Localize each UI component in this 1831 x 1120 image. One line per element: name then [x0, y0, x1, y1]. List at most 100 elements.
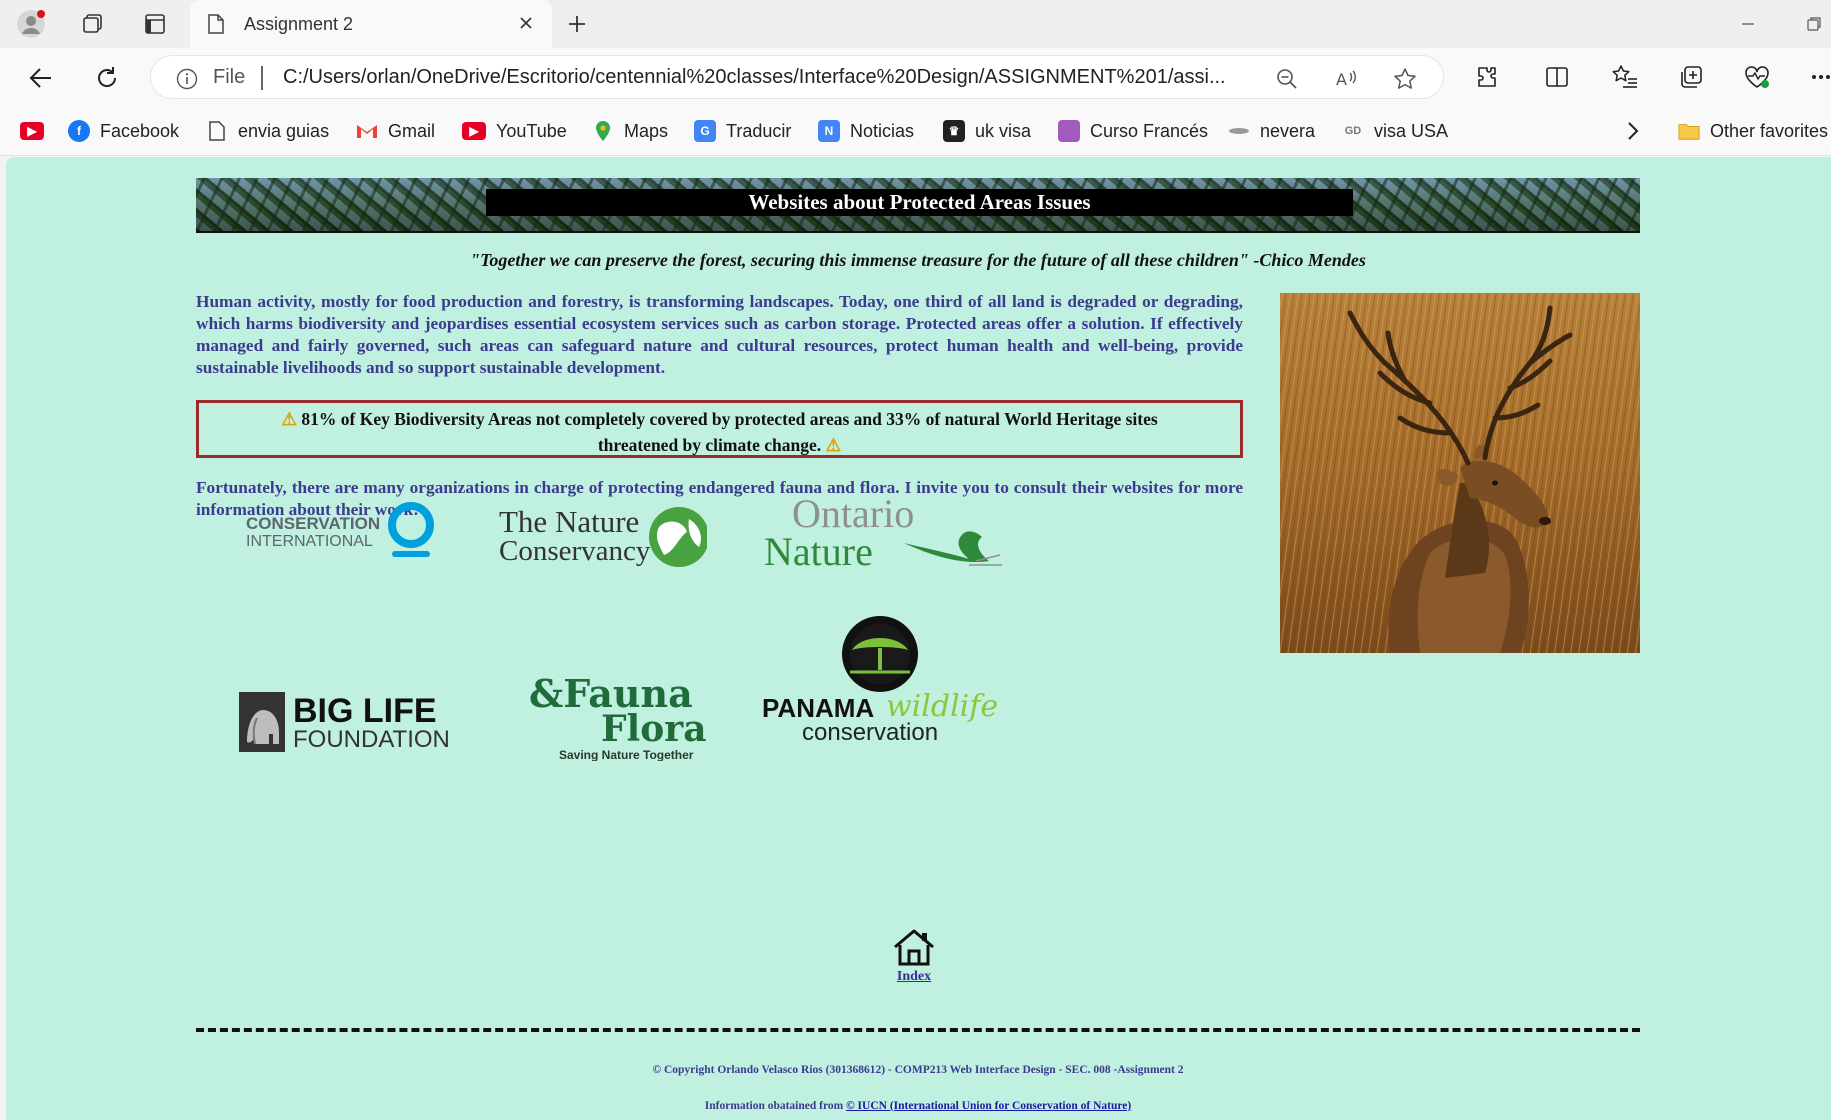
other-favorites-folder[interactable]: Other favorites [1678, 118, 1828, 144]
vertical-tabs-icon [145, 14, 165, 34]
fav-label: Facebook [100, 120, 180, 141]
favorites-button[interactable] [1610, 62, 1640, 92]
profile-avatar[interactable] [16, 9, 46, 39]
fav-item-visa-usa[interactable]: GD visa USA [1342, 118, 1448, 144]
warning-icon: ⚠ [281, 409, 298, 429]
biodiversity-alert: ⚠ 81% of Key Biodiversity Areas not comp… [196, 400, 1243, 458]
ontario-nature-logo[interactable]: Ontario Nature [764, 491, 1002, 574]
youtube-icon: ▶ [20, 122, 44, 140]
favorite-star-icon[interactable] [1393, 67, 1417, 91]
alert-text-line1: 81% of Key Biodiversity Areas not comple… [301, 409, 1158, 429]
collections-button[interactable] [1676, 62, 1706, 92]
conservation-international-logo[interactable]: CONSERVATION INTERNATIONAL [246, 497, 436, 561]
address-toolbar: File C:/Users/orlan/OneDrive/Escritorio/… [0, 48, 1831, 106]
fav-label: envia guias [238, 120, 330, 141]
zoom-icon[interactable] [1275, 67, 1299, 91]
page-viewport: Websites about Protected Areas Issues "T… [6, 157, 1831, 1120]
extensions-button[interactable] [1472, 62, 1502, 92]
site-info-icon[interactable] [176, 68, 198, 94]
home-icon [894, 929, 934, 966]
split-screen-icon [1546, 67, 1568, 87]
back-button[interactable] [24, 61, 58, 95]
tab-title: Assignment 2 [244, 13, 354, 34]
visa-usa-icon: GD [1344, 125, 1362, 137]
page-title: Websites about Protected Areas Issues [486, 189, 1353, 216]
chevron-right-icon [1628, 122, 1639, 140]
pw-text-2: conservation [802, 719, 938, 746]
nevera-icon [1228, 120, 1250, 142]
close-icon [520, 17, 532, 29]
address-bar[interactable]: File C:/Users/orlan/OneDrive/Escritorio/… [150, 55, 1444, 99]
favorites-overflow-button[interactable] [1626, 118, 1640, 144]
panama-wildlife-logo[interactable]: PANAMA wildlife conservation [762, 612, 1002, 752]
translate-icon: G [694, 120, 716, 142]
tab-strip: Assignment 2 [0, 0, 1831, 48]
profile-icon [17, 10, 45, 38]
tnc-text-2: Conservancy [499, 535, 651, 567]
fav-item-gmail[interactable]: Gmail [356, 118, 435, 144]
settings-more-button[interactable] [1806, 62, 1831, 92]
fauna-flora-logo[interactable]: &Fauna Flora Saving Nature Together [529, 671, 709, 762]
restore-icon [1807, 17, 1821, 31]
fav-youtube-shortcut[interactable]: ▶ [20, 118, 54, 144]
alert-text-line2: threatened by climate change. [597, 435, 822, 455]
bl-text-2: FOUNDATION [293, 726, 450, 753]
chico-mendes-quote: "Together we can preserve the forest, se… [470, 250, 1366, 270]
workspaces-button[interactable] [78, 9, 108, 39]
tnc-text-1: The Nature [499, 504, 639, 539]
youtube-icon: ▶ [462, 122, 486, 140]
fav-label: YouTube [496, 120, 567, 141]
iucn-link[interactable]: © IUCN (International Union for Conserva… [846, 1100, 1131, 1112]
fav-item-facebook[interactable]: f Facebook [68, 118, 179, 144]
fav-item-traducir[interactable]: G Traducir [694, 118, 791, 144]
close-tab-button[interactable] [518, 15, 534, 35]
facebook-icon: f [68, 120, 90, 142]
fav-label: nevera [1260, 120, 1316, 141]
browser-essentials-button[interactable] [1742, 62, 1772, 92]
fav-item-maps[interactable]: Maps [592, 118, 668, 144]
url-text[interactable]: C:/Users/orlan/OneDrive/Escritorio/cente… [283, 66, 1248, 89]
collections-icon [1681, 66, 1702, 88]
fav-label: uk visa [975, 120, 1032, 141]
intro-paragraph: Human activity, mostly for food producti… [196, 292, 1243, 377]
plus-icon [569, 16, 585, 32]
copyright-text: © Copyright Orlando Velasco Rios (301368… [652, 1064, 1184, 1076]
fav-label: Other favorites [1710, 120, 1829, 141]
active-tab[interactable]: Assignment 2 [190, 0, 552, 48]
favorites-bar: ▶ f Facebook envia guias Gmail ▶ YouTube… [0, 106, 1831, 156]
fav-item-noticias[interactable]: N Noticias [818, 118, 914, 144]
ff-tagline: Saving Nature Together [559, 748, 694, 761]
index-link[interactable]: Index [892, 927, 936, 985]
new-tab-button[interactable] [562, 9, 592, 39]
forest-banner: Websites about Protected Areas Issues [196, 178, 1640, 233]
restore-button[interactable] [1804, 14, 1824, 34]
read-aloud-icon[interactable]: A [1335, 67, 1359, 91]
back-arrow-icon [29, 68, 51, 88]
uk-visa-icon: ♛ [943, 120, 965, 142]
tab-actions-button[interactable] [140, 9, 170, 39]
fav-item-curso-frances[interactable]: Curso Francés [1058, 118, 1208, 144]
index-label[interactable]: Index [892, 969, 936, 985]
heart-pulse-icon [1745, 66, 1769, 88]
refresh-button[interactable] [90, 61, 124, 95]
refresh-icon [98, 67, 117, 87]
scheme-label: File [213, 66, 246, 88]
document-icon [208, 14, 224, 34]
warning-icon: ⚠ [825, 435, 842, 455]
ff-text-2: Flora [601, 708, 707, 750]
nature-conservancy-logo[interactable]: The Nature Conservancy [499, 497, 709, 569]
minimize-button[interactable] [1738, 14, 1758, 34]
omnibox-separator [261, 66, 263, 90]
fav-item-envia-guias[interactable]: envia guias [206, 118, 329, 144]
split-screen-button[interactable] [1542, 62, 1572, 92]
big-life-foundation-logo[interactable]: BIG LIFE FOUNDATION [239, 692, 481, 754]
fav-item-uk-visa[interactable]: ♛ uk visa [943, 118, 1031, 144]
puzzle-icon [1478, 67, 1496, 87]
minimize-icon [1742, 23, 1754, 25]
fav-item-youtube[interactable]: ▶ YouTube [462, 118, 567, 144]
footer-divider [196, 1028, 1640, 1032]
fav-item-nevera[interactable]: nevera [1228, 118, 1315, 144]
fav-label: Curso Francés [1090, 120, 1209, 141]
course-icon [1058, 120, 1080, 142]
deer-photo [1280, 293, 1640, 653]
